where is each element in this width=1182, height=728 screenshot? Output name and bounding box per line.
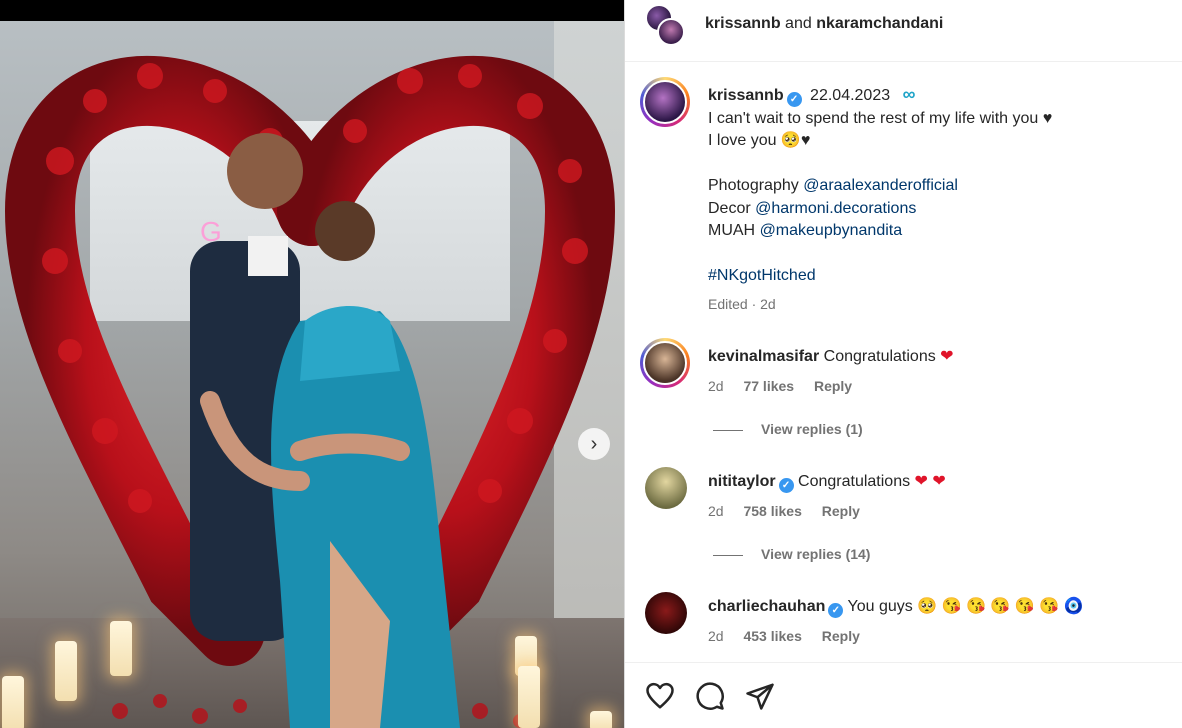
comment-text: Congratulations (823, 348, 936, 365)
avatar (643, 80, 687, 124)
comment-text: Congratulations (798, 473, 911, 490)
and-label: and (785, 15, 812, 32)
mention-link[interactable]: @harmoni.decorations (755, 200, 916, 217)
candle (590, 711, 612, 728)
candle (110, 621, 132, 676)
comment-age: 2d (708, 502, 724, 519)
author-link[interactable]: krissannb (705, 15, 781, 32)
caption-line: I love you 🥺♥ (708, 132, 811, 149)
edited-label: Edited · 2d (708, 295, 776, 312)
credit-label: Decor (708, 199, 751, 217)
emoji-sequence: 🥺 😘 😘 😘 😘 😘 🧿 (917, 598, 1084, 615)
heart-emoji: ❤ ❤ (914, 473, 946, 490)
mention-link[interactable]: @makeupbynandita (760, 222, 903, 239)
action-bar (625, 662, 1182, 728)
comment-text: You guys (847, 598, 913, 615)
heart-icon[interactable] (645, 681, 675, 711)
mention-link[interactable]: @araalexanderofficial (803, 177, 958, 194)
commenter-avatar[interactable] (640, 338, 690, 388)
heart-emoji: ❤ (940, 348, 954, 365)
comment-username[interactable]: nititaylor (708, 473, 776, 490)
view-replies-button[interactable]: View replies (1) (713, 421, 863, 437)
author-avatar[interactable] (640, 77, 690, 127)
verified-icon: ✓ (778, 478, 794, 493)
comment-age: 2d (708, 627, 724, 644)
candle (518, 666, 540, 728)
post-photo: G › (0, 21, 624, 728)
post-date: 22.04.2023 (810, 87, 891, 104)
infinity-icon: ∞ (902, 84, 916, 104)
post-details-panel: krissannb and nkaramchandani krissannb ✓ … (624, 0, 1182, 728)
credit-label: MUAH (708, 222, 756, 239)
comment-likes[interactable]: 77 likes (743, 378, 794, 394)
comment-username[interactable]: kevinalmasifar (708, 348, 819, 365)
view-replies-label: View replies (1) (761, 421, 863, 437)
post-header: krissannb and nkaramchandani (625, 0, 1182, 62)
reply-button[interactable]: Reply (822, 628, 860, 644)
view-replies-label: View replies (14) (761, 546, 871, 562)
divider (713, 429, 743, 431)
verified-icon: ✓ (828, 603, 844, 618)
comment-likes[interactable]: 453 likes (743, 628, 801, 644)
divider (713, 554, 743, 556)
commenter-avatar[interactable] (645, 592, 687, 634)
reply-button[interactable]: Reply (814, 378, 852, 394)
coauthor-link[interactable]: nkaramchandani (816, 15, 943, 32)
comment-icon[interactable] (695, 681, 725, 711)
next-arrow-icon[interactable]: › (578, 428, 610, 460)
caption-username[interactable]: krissannb (708, 87, 784, 104)
avatar (657, 18, 685, 46)
candle (55, 641, 77, 701)
collab-avatars[interactable] (645, 4, 687, 48)
comment-age: 2d (708, 377, 724, 394)
rose-heart-arch: G (4, 56, 616, 728)
reply-button[interactable]: Reply (822, 503, 860, 519)
credit-label: Photography (708, 177, 799, 194)
share-icon[interactable] (745, 681, 775, 711)
avatar (643, 341, 687, 385)
top-black-strip (0, 0, 624, 21)
comment-likes[interactable]: 758 likes (743, 503, 801, 519)
caption-line: I can't wait to spend the rest of my lif… (708, 109, 1053, 127)
post-authors: krissannb and nkaramchandani (705, 14, 943, 34)
hashtag-link[interactable]: #NKgotHitched (708, 267, 816, 284)
view-replies-button[interactable]: View replies (14) (713, 546, 870, 562)
verified-icon: ✓ (786, 92, 802, 107)
commenter-avatar[interactable] (645, 467, 687, 509)
candle (2, 676, 24, 728)
caption-body: krissannb ✓ 22.04.2023 ∞ I can't wait to … (708, 83, 1168, 312)
comment-username[interactable]: charliechauhan (708, 598, 825, 615)
